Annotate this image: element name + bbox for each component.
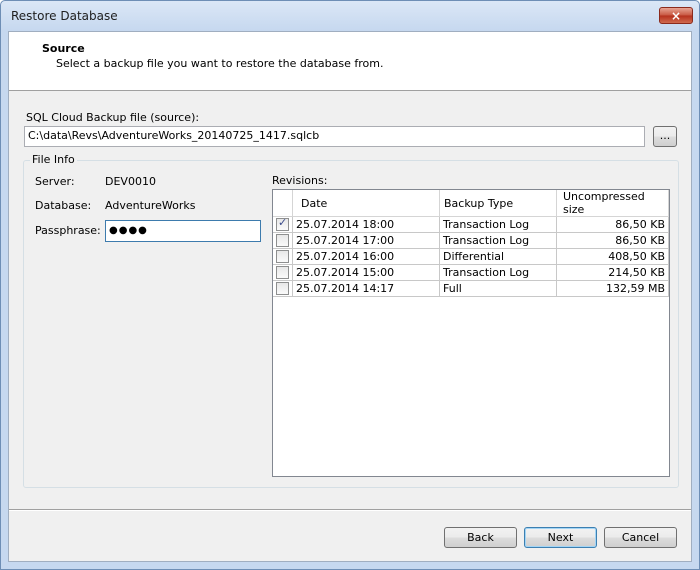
- col-size-header[interactable]: Uncompressed size: [556, 190, 669, 217]
- row-date: 25.07.2014 15:00: [292, 264, 440, 281]
- row-date: 25.07.2014 17:00: [292, 232, 440, 249]
- checkbox-icon[interactable]: [276, 282, 289, 296]
- page-subtitle: Select a backup file you want to restore…: [56, 57, 384, 70]
- row-checkbox[interactable]: [273, 216, 293, 233]
- restore-database-window: Restore Database × Source Select a backu…: [0, 0, 700, 570]
- row-checkbox[interactable]: [273, 280, 293, 297]
- source-file-label: SQL Cloud Backup file (source):: [26, 111, 200, 124]
- col-backup-type-header[interactable]: Backup Type: [439, 190, 557, 217]
- row-date: 25.07.2014 18:00: [292, 216, 440, 233]
- row-type: Transaction Log: [439, 216, 557, 233]
- table-row[interactable]: 25.07.2014 16:00 Differential 408,50 KB: [273, 248, 669, 265]
- checkbox-icon[interactable]: [276, 234, 289, 248]
- table-row[interactable]: 25.07.2014 15:00 Transaction Log 214,50 …: [273, 264, 669, 281]
- table-row[interactable]: 25.07.2014 14:17 Full 132,59 MB: [273, 280, 669, 297]
- row-size: 408,50 KB: [556, 248, 669, 265]
- passphrase-label: Passphrase:: [35, 224, 101, 237]
- revisions-header-row: Date Backup Type Uncompressed size: [273, 190, 669, 217]
- window-title: Restore Database: [11, 9, 118, 23]
- file-info-group-label: File Info: [30, 153, 77, 166]
- row-date: 25.07.2014 14:17: [292, 280, 440, 297]
- col-date-header[interactable]: Date: [292, 190, 440, 217]
- table-row[interactable]: 25.07.2014 18:00 Transaction Log 86,50 K…: [273, 216, 669, 233]
- revisions-label: Revisions:: [272, 174, 328, 187]
- row-type: Transaction Log: [439, 232, 557, 249]
- passphrase-input[interactable]: ●●●●: [105, 220, 261, 242]
- row-checkbox[interactable]: [273, 264, 293, 281]
- page-title: Source: [42, 42, 85, 55]
- row-size: 86,50 KB: [556, 216, 669, 233]
- browse-button[interactable]: ...: [653, 126, 677, 147]
- checkbox-icon[interactable]: [276, 266, 289, 280]
- checkbox-icon[interactable]: [276, 250, 289, 264]
- row-type: Full: [439, 280, 557, 297]
- next-button[interactable]: Next: [524, 527, 597, 548]
- title-bar: Restore Database ×: [1, 1, 699, 31]
- checkbox-checked-icon[interactable]: [276, 216, 289, 232]
- server-label: Server:: [35, 175, 75, 188]
- row-size: 132,59 MB: [556, 280, 669, 297]
- back-button[interactable]: Back: [444, 527, 517, 548]
- database-label: Database:: [35, 199, 92, 212]
- revisions-grid[interactable]: Date Backup Type Uncompressed size 25.07…: [272, 189, 670, 477]
- wizard-header: Source Select a backup file you want to …: [9, 32, 691, 91]
- row-checkbox[interactable]: [273, 248, 293, 265]
- row-date: 25.07.2014 16:00: [292, 248, 440, 265]
- server-value: DEV0010: [105, 175, 156, 188]
- database-value: AdventureWorks: [105, 199, 196, 212]
- row-checkbox[interactable]: [273, 232, 293, 249]
- revisions-table: Date Backup Type Uncompressed size 25.07…: [273, 190, 669, 297]
- footer-divider: [9, 509, 691, 511]
- row-type: Transaction Log: [439, 264, 557, 281]
- col-check-header: [273, 190, 293, 217]
- row-type: Differential: [439, 248, 557, 265]
- row-size: 86,50 KB: [556, 232, 669, 249]
- dialog-body: Source Select a backup file you want to …: [8, 31, 692, 562]
- cancel-button[interactable]: Cancel: [604, 527, 677, 548]
- table-row[interactable]: 25.07.2014 17:00 Transaction Log 86,50 K…: [273, 232, 669, 249]
- close-icon[interactable]: ×: [659, 7, 693, 24]
- row-size: 214,50 KB: [556, 264, 669, 281]
- source-file-input[interactable]: C:\data\Revs\AdventureWorks_20140725_141…: [24, 126, 645, 147]
